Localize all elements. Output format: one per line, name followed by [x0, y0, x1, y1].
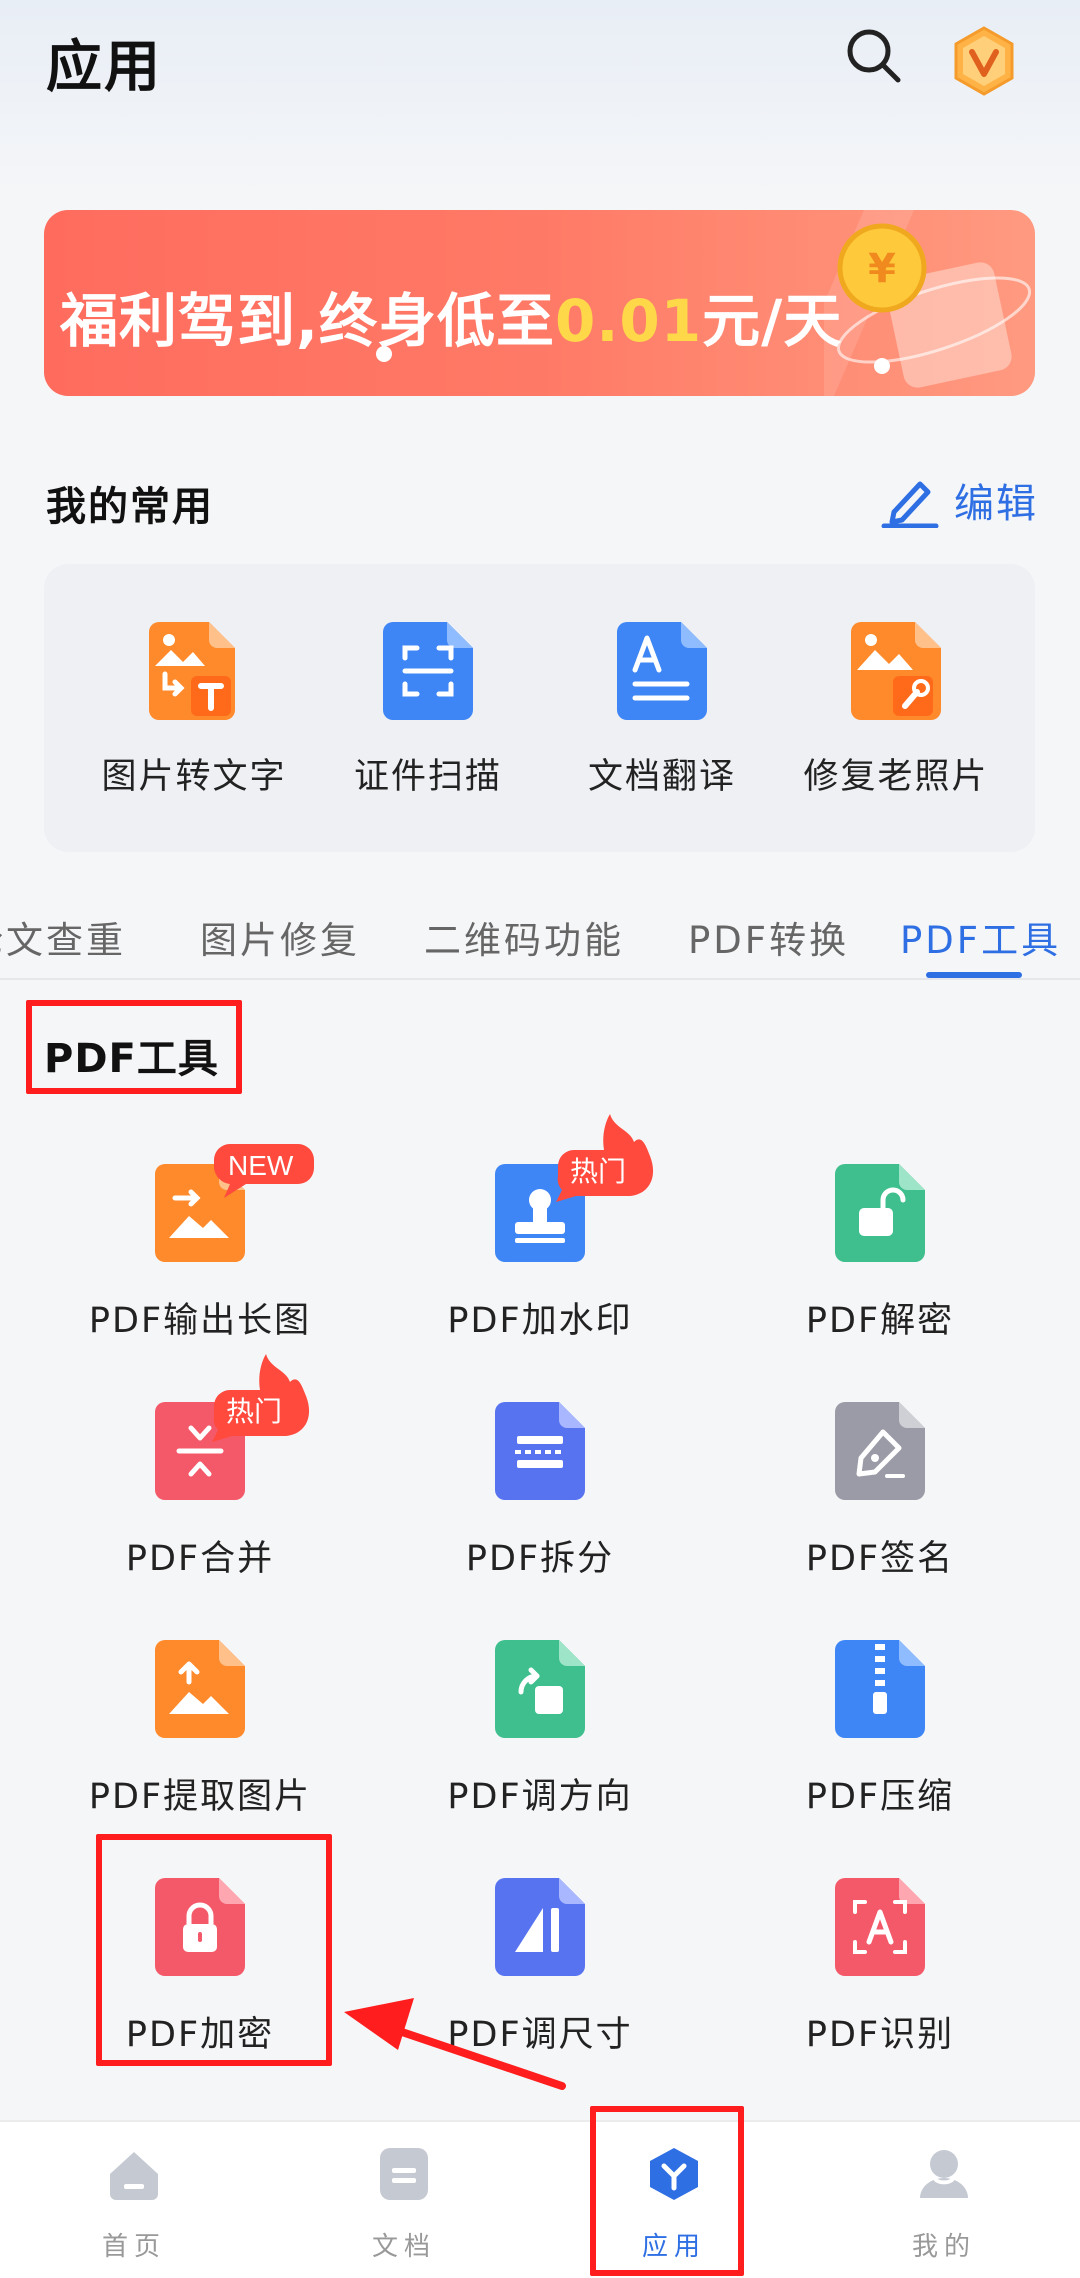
active-tab-indicator — [926, 972, 1022, 978]
category-tabs: 论文查重 图片修复 二维码功能 PDF转换 PDF工具 — [0, 900, 1080, 980]
banner-dot — [376, 346, 392, 362]
tab-image-repair[interactable]: 图片修复 — [200, 910, 360, 964]
nav-label: 我的 — [911, 2232, 976, 2262]
fav-label: 修复老照片 — [803, 757, 989, 797]
profile-icon — [916, 2146, 972, 2202]
search-icon[interactable] — [842, 24, 906, 88]
tool-pdf-sign[interactable]: PDF签名 — [710, 1402, 1050, 1602]
fav-label: 文档翻译 — [587, 757, 736, 797]
id-scan-icon — [383, 622, 473, 720]
annotation-box-title — [26, 1000, 242, 1094]
tool-pdf-rotate[interactable]: PDF调方向 — [370, 1640, 710, 1840]
svg-text:¥: ¥ — [868, 246, 896, 292]
tool-pdf-compress[interactable]: PDF压缩 — [710, 1640, 1050, 1840]
favorites-title: 我的常用 — [46, 484, 214, 530]
tool-pdf-ocr[interactable]: PDF识别 — [710, 1878, 1050, 2078]
tab-thesis-check[interactable]: 论文查重 — [0, 910, 126, 964]
tool-label: PDF识别 — [805, 2015, 955, 2055]
annotation-box-encrypt — [96, 1834, 332, 2066]
tool-label: PDF调方向 — [447, 1777, 633, 1817]
hot-badge: 热门 — [550, 1110, 662, 1204]
nav-profile[interactable]: 我的 — [844, 2146, 1044, 2266]
fav-id-scan[interactable]: 证件扫描 — [308, 622, 548, 812]
edit-label: 编辑 — [954, 481, 1038, 527]
nav-home[interactable]: 首页 — [34, 2146, 234, 2266]
fav-image-to-text[interactable]: 图片转文字 — [74, 622, 314, 812]
extract-image-icon — [155, 1640, 245, 1738]
pencil-icon — [881, 481, 939, 528]
pen-nib-icon — [835, 1402, 925, 1500]
doc-translate-icon — [617, 622, 707, 720]
document-icon — [376, 2146, 432, 2202]
image-to-text-icon — [149, 622, 239, 720]
tool-pdf-long-image[interactable]: PDF输出长图 — [30, 1164, 370, 1364]
ocr-icon — [835, 1878, 925, 1976]
fav-photo-repair[interactable]: 修复老照片 — [776, 622, 1016, 812]
fav-label: 图片转文字 — [101, 757, 287, 797]
annotation-arrow-left-icon — [344, 1998, 566, 2090]
fav-doc-translate[interactable]: 文档翻译 — [542, 622, 782, 812]
coin-illustration-icon: ¥ — [784, 210, 1035, 396]
page-title: 应用 — [46, 35, 162, 100]
nav-label: 首页 — [101, 2232, 166, 2262]
tool-label: PDF压缩 — [805, 1777, 955, 1817]
banner-text: 福利驾到,终身低至0.01元/天 — [60, 287, 843, 355]
tab-qrcode[interactable]: 二维码功能 — [424, 910, 624, 964]
fav-label: 证件扫描 — [353, 757, 502, 797]
header: 应用 — [0, 0, 1080, 120]
unlock-icon — [835, 1164, 925, 1262]
tool-label: PDF拆分 — [465, 1539, 615, 1579]
nav-documents[interactable]: 文档 — [304, 2146, 504, 2266]
tab-pdf-tools[interactable]: PDF工具 — [900, 910, 1061, 964]
zip-icon — [835, 1640, 925, 1738]
tool-label: PDF解密 — [805, 1301, 955, 1341]
edit-button[interactable]: 编辑 — [880, 468, 1040, 532]
pdf-split-icon — [495, 1402, 585, 1500]
home-icon — [106, 2146, 162, 2202]
tab-pdf-convert[interactable]: PDF转换 — [688, 910, 849, 964]
resize-icon — [495, 1878, 585, 1976]
tool-label: PDF签名 — [805, 1539, 955, 1579]
tool-label: PDF输出长图 — [88, 1301, 312, 1341]
promo-banner[interactable]: 福利驾到,终身低至0.01元/天 ¥ — [44, 210, 1035, 396]
banner-dot — [874, 358, 890, 374]
annotation-box-nav — [590, 2106, 744, 2276]
tool-label: PDF加水印 — [447, 1301, 633, 1341]
tool-label: PDF合并 — [125, 1539, 275, 1579]
tool-pdf-extract-images[interactable]: PDF提取图片 — [30, 1640, 370, 1840]
nav-label: 文档 — [371, 2232, 436, 2262]
rotate-icon — [495, 1640, 585, 1738]
hot-badge: 热门 — [206, 1350, 318, 1444]
photo-repair-icon — [851, 622, 941, 720]
vip-badge-icon[interactable] — [948, 22, 1020, 102]
tool-pdf-decrypt[interactable]: PDF解密 — [710, 1164, 1050, 1364]
tool-pdf-merge[interactable]: PDF合并 — [30, 1402, 370, 1602]
favorites-card: 图片转文字 证件扫描 文档翻译 修复老照片 — [44, 564, 1035, 852]
bottom-nav: 首页 文档 应用 我的 — [0, 2120, 1080, 2278]
tool-pdf-split[interactable]: PDF拆分 — [370, 1402, 710, 1602]
tool-label: PDF提取图片 — [88, 1777, 312, 1817]
new-badge: NEW — [210, 1140, 316, 1202]
